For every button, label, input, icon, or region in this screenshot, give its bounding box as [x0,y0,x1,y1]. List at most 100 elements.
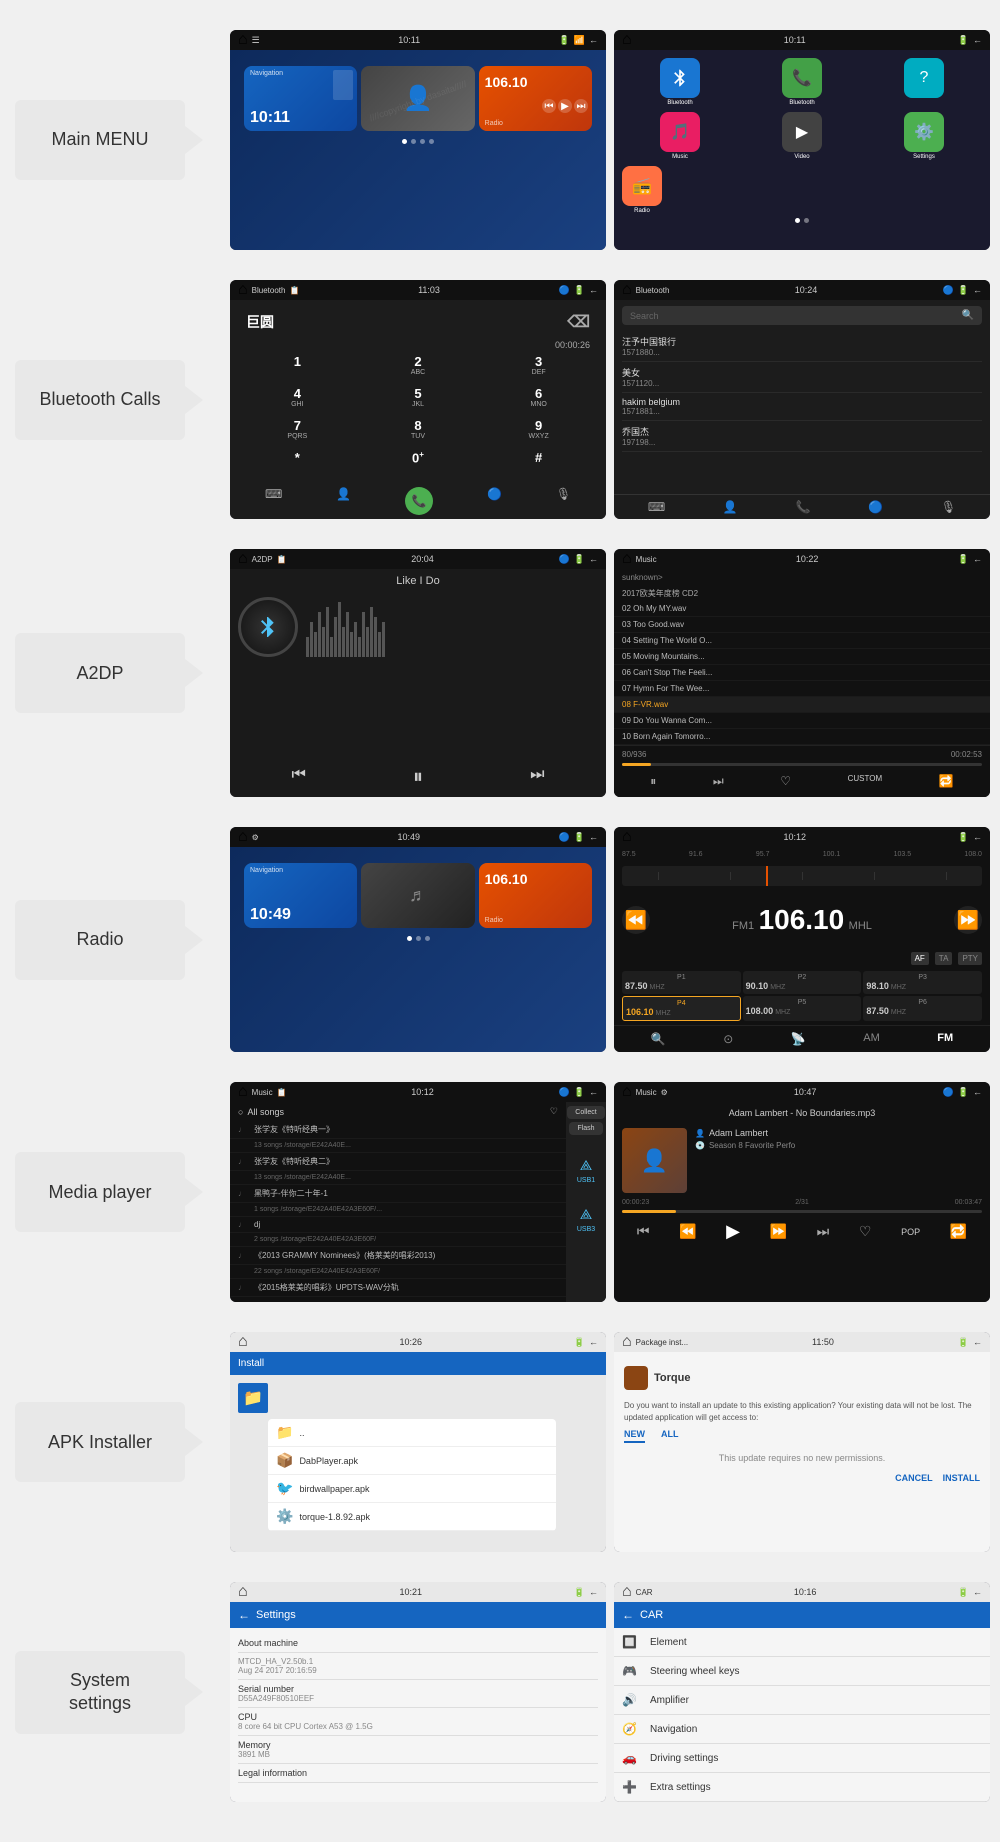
heart-btn[interactable]: ♡ [780,774,791,789]
keypad-nav-icon[interactable]: ⌨ [648,500,665,514]
contact-item-1[interactable]: 汪予中国银行 1571880... [622,331,982,362]
legal-item[interactable]: Legal information [238,1764,598,1783]
media-item-3[interactable]: 13 songs /storage/E242A40E... [230,1171,566,1185]
dial-key-7[interactable]: 7PQRS [238,414,357,444]
car-back-icon[interactable]: ← [622,1608,634,1622]
song-item-1[interactable]: 02 Oh My MY.wav [614,601,990,617]
song-item-3[interactable]: 04 Setting The World O... [614,633,990,649]
pkg-tab-new[interactable]: NEW [624,1429,645,1443]
bt-app-unknown[interactable]: ? [866,58,982,106]
music-widget[interactable]: 👤 [361,66,474,131]
radio-widget[interactable]: 106.10 Radio ⏮ ▶ ⏭ [479,66,592,131]
backspace-icon[interactable]: ⌫ [567,312,590,332]
file-item-1[interactable]: 🐦 birdwallpaper.apk [268,1475,556,1503]
dial-key-hash[interactable]: # [479,446,598,469]
media-item-5[interactable]: 1 songs /storage/E242A40E42A3E60F/... [230,1203,566,1217]
car-menu-item-0[interactable]: 🔲 Element [614,1628,990,1657]
car-menu-item-5[interactable]: ➕ Extra settings [614,1773,990,1802]
search-bar[interactable]: Search 🔍 [622,306,982,325]
preset-4-active[interactable]: P4 106.10 MHZ [622,996,741,1021]
radio-search-btn[interactable]: 🔍 [651,1032,666,1046]
call-button[interactable]: 📞 [405,487,433,515]
player-next-btn[interactable]: ⏭ [817,1223,830,1240]
next-track-btn[interactable]: ⏭ [530,766,544,789]
dial-key-8[interactable]: 8TUV [359,414,478,444]
pty-btn[interactable]: PTY [958,952,982,965]
song-item-4[interactable]: 05 Moving Mountains... [614,649,990,665]
contact-item-2[interactable]: 美女 1571120... [622,362,982,393]
next-icon[interactable]: ⏭ [574,99,588,113]
mic-nav-icon[interactable]: 🎙 [941,500,956,514]
bt-app-settings[interactable]: ⚙️ Settings [866,112,982,160]
media-item-1[interactable]: 13 songs /storage/E242A40E... [230,1139,566,1153]
seek-next-btn[interactable]: ⏩ [954,906,982,934]
dial-key-6[interactable]: 6MNO [479,382,598,412]
bt-nav-bt-icon[interactable]: 🔵 [868,500,883,514]
ta-btn[interactable]: TA [935,952,953,965]
dial-key-5[interactable]: 5JKL [359,382,478,412]
preset-6[interactable]: P6 87.50 MHZ [863,996,982,1021]
fm-label[interactable]: FM [937,1032,953,1046]
af-btn[interactable]: AF [911,952,929,965]
bt-app-calls[interactable]: 📞 Bluetooth [744,58,860,106]
contacts-icon[interactable]: 👤 [336,487,351,515]
repeat-btn[interactable]: 🔁 [939,774,954,789]
keypad-icon[interactable]: ⌨ [265,487,282,515]
bt-app-video[interactable]: ▶ Video [744,112,860,160]
dial-key-9[interactable]: 9WXYZ [479,414,598,444]
preset-2[interactable]: P2 90.10 MHZ [743,971,862,994]
car-menu-item-3[interactable]: 🧭 Navigation [614,1715,990,1744]
back-arrow-icon[interactable]: ← [238,1608,250,1622]
media-item-0[interactable]: ♩ 张学友《特听经典一》 [230,1121,566,1139]
player-ff-btn[interactable]: ⏩ [770,1223,787,1240]
dial-key-4[interactable]: 4GHI [238,382,357,412]
media-item-7[interactable]: 2 songs /storage/E242A40E42A3E60F/ [230,1233,566,1247]
play-pause-btn[interactable]: ⏸ [413,766,423,789]
player-prev-btn[interactable]: ⏮ [637,1223,650,1240]
prev-track-btn[interactable]: ⏮ [292,766,306,789]
preset-1[interactable]: P1 87.50 MHZ [622,971,741,994]
radio-album-widget[interactable]: ♬ [361,863,474,928]
bt-nav-icon[interactable]: 🔵 [487,487,502,515]
media-item-10[interactable]: ♩ 《2015格莱美的唱彩》UPDTS-WAV分轨 [230,1279,566,1297]
player-heart-btn[interactable]: ♡ [859,1223,872,1240]
preset-3[interactable]: P3 98.10 MHZ [863,971,982,994]
song-item-9[interactable]: 10 Born Again Tomorro... [614,729,990,745]
player-play-btn[interactable]: ▶ [726,1221,740,1242]
seek-prev-btn[interactable]: ⏪ [622,906,650,934]
pkg-cancel-btn[interactable]: CANCEL [895,1473,933,1483]
song-item-8[interactable]: 09 Do You Wanna Com... [614,713,990,729]
file-item-2[interactable]: ⚙️ torque-1.8.92.apk [268,1503,556,1531]
about-label-item[interactable]: About machine [238,1634,598,1653]
next-btn[interactable]: ⏭ [713,774,724,789]
dial-key-star[interactable]: * [238,446,357,469]
file-item-0[interactable]: 📦 DabPlayer.apk [268,1447,556,1475]
bt-app-music[interactable]: 🎵 Music [622,112,738,160]
pause-btn[interactable]: ⏸ [650,774,656,789]
end-call-icon[interactable]: 🎙 [556,487,571,515]
dial-key-1[interactable]: 1 [238,350,357,380]
radio-app[interactable]: 📻 Radio [622,166,662,214]
media-item-6[interactable]: ♩ dj [230,1217,566,1233]
play-icon[interactable]: ▶ [558,99,572,113]
contact-item-4[interactable]: 乔国杰 197198... [622,421,982,452]
media-item-9[interactable]: 22 songs /storage/E242A40E42A3E60F/ [230,1265,566,1279]
prev-icon[interactable]: ⏮ [542,99,556,113]
am-label[interactable]: AM [863,1032,880,1046]
flash-btn[interactable]: Flash [569,1122,602,1135]
car-menu-item-2[interactable]: 🔊 Amplifier [614,1686,990,1715]
preset-5[interactable]: P5 108.00 MHZ [743,996,862,1021]
media-item-2[interactable]: ♩ 张学友《特听经典二》 [230,1153,566,1171]
file-item-parent[interactable]: 📁 .. [268,1419,556,1447]
song-item-6[interactable]: 07 Hymn For The Wee... [614,681,990,697]
call-nav-icon[interactable]: 📞 [796,500,811,514]
dial-key-3[interactable]: 3DEF [479,350,598,380]
pkg-install-btn[interactable]: INSTALL [943,1473,980,1483]
car-menu-item-4[interactable]: 🚗 Driving settings [614,1744,990,1773]
media-item-4[interactable]: ♩ 黑鸭子-伴你二十年-1 [230,1185,566,1203]
custom-btn[interactable]: CUSTOM [848,774,883,789]
dial-key-0[interactable]: 0+ [359,446,478,469]
radio-freq-widget[interactable]: 106.10 Radio [479,863,592,928]
radio-antenna-btn[interactable]: 📡 [791,1032,806,1046]
song-item-2[interactable]: 03 Too Good.wav [614,617,990,633]
